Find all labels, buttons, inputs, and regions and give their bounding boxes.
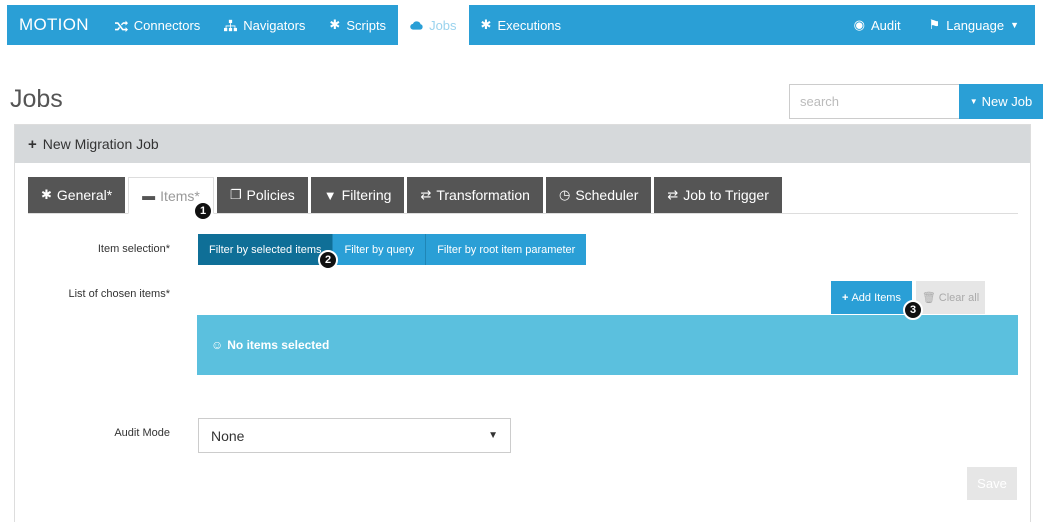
exchange-icon: ⇄ xyxy=(420,187,432,202)
nav-scripts-label: Scripts xyxy=(346,17,387,33)
no-items-alert: ☺ No items selected xyxy=(197,315,1018,375)
nav-connectors[interactable]: Connectors xyxy=(103,5,212,45)
nav-right-group: ◉ Audit ⚑ Language ▼ xyxy=(842,5,1035,45)
nav-executions-label: Executions xyxy=(497,17,562,33)
caret-down-icon: ▼ xyxy=(1010,20,1019,30)
new-job-button[interactable]: ▼ New Job xyxy=(959,84,1043,119)
trash-icon: 🗑 xyxy=(921,292,936,304)
gear-icon: ✱ xyxy=(480,17,492,32)
audit-mode-label: Audit Mode xyxy=(114,427,170,439)
exchange-icon: ⇄ xyxy=(667,187,679,202)
filter-root-item-button[interactable]: Filter by root item parameter xyxy=(426,234,587,265)
tab-transformation[interactable]: ⇄ Transformation xyxy=(407,177,543,213)
flag-icon: ⚑ xyxy=(928,17,941,32)
nav-navigators-label: Navigators xyxy=(243,17,306,33)
nav-jobs-label: Jobs xyxy=(429,17,457,33)
sitemap-icon xyxy=(224,19,238,31)
nav-language[interactable]: ⚑ Language ▼ xyxy=(917,5,1035,45)
eye-icon: ◉ xyxy=(853,17,865,32)
plus-icon: + xyxy=(28,135,37,153)
gear-icon: ✱ xyxy=(329,17,341,32)
panel-heading-label: New Migration Job xyxy=(42,136,159,152)
tab-job-to-trigger-label: Job to Trigger xyxy=(683,187,769,203)
nav-audit[interactable]: ◉ Audit xyxy=(842,5,917,45)
page-title: Jobs xyxy=(10,85,63,113)
annotation-badge-2: 2 xyxy=(318,250,338,270)
tab-items-label: Items* xyxy=(160,187,200,204)
tab-scheduler[interactable]: ◷ Scheduler xyxy=(545,177,652,213)
add-items-label: Add Items xyxy=(851,291,901,304)
tab-filtering-label: Filtering xyxy=(341,187,392,203)
top-navbar: MOTION Connectors Navigators ✱ Scripts J… xyxy=(7,5,1035,45)
nav-language-label: Language xyxy=(946,17,1005,33)
annotation-badge-1: 1 xyxy=(193,201,213,221)
nav-jobs[interactable]: Jobs xyxy=(398,5,469,45)
panel-heading[interactable]: + New Migration Job xyxy=(15,125,1030,163)
nav-scripts[interactable]: ✱ Scripts xyxy=(317,5,398,45)
annotation-badge-3: 3 xyxy=(903,300,923,320)
no-items-message: No items selected xyxy=(227,338,330,352)
job-tabs: ✱ General* ▬ Items* ❐ Policies ▼ Filteri… xyxy=(28,177,1018,214)
nav-executions[interactable]: ✱ Executions xyxy=(469,5,574,45)
filter-selected-items-button[interactable]: Filter by selected items xyxy=(198,234,334,265)
caret-down-icon: ▼ xyxy=(488,430,498,441)
tab-scheduler-label: Scheduler xyxy=(575,187,639,203)
nav-navigators[interactable]: Navigators xyxy=(212,5,317,45)
archive-icon: ▬ xyxy=(142,188,156,203)
gear-icon: ✱ xyxy=(41,187,52,202)
tab-policies[interactable]: ❐ Policies xyxy=(216,177,308,213)
clear-all-label: Clear all xyxy=(938,291,980,304)
filter-query-button[interactable]: Filter by query xyxy=(333,234,427,265)
new-job-label: New Job xyxy=(981,94,1033,109)
add-items-button[interactable]: + Add Items xyxy=(831,281,912,314)
brand-logo[interactable]: MOTION xyxy=(7,15,103,35)
save-button[interactable]: Save xyxy=(967,467,1017,500)
cloud-icon xyxy=(410,20,423,30)
tab-general[interactable]: ✱ General* xyxy=(28,177,126,213)
search-input[interactable] xyxy=(789,84,960,119)
clock-icon: ◷ xyxy=(558,187,571,202)
tab-transformation-label: Transformation xyxy=(436,187,530,203)
tab-general-label: General* xyxy=(56,187,113,203)
tab-job-to-trigger[interactable]: ⇄ Job to Trigger xyxy=(654,177,782,213)
nav-connectors-label: Connectors xyxy=(133,17,201,33)
copy-icon: ❐ xyxy=(229,187,242,202)
plus-icon: + xyxy=(842,291,849,304)
smile-icon: ☺ xyxy=(211,338,224,352)
chosen-items-label: List of chosen items* xyxy=(68,288,171,300)
audit-mode-value: None xyxy=(211,427,245,444)
clear-all-button[interactable]: 🗑 Clear all xyxy=(916,281,985,314)
filter-icon: ▼ xyxy=(323,187,337,203)
tab-policies-label: Policies xyxy=(246,187,295,203)
item-selection-label: Item selection* xyxy=(97,243,170,255)
nav-audit-label: Audit xyxy=(870,17,901,33)
item-selection-group: Filter by selected items Filter by query… xyxy=(198,234,587,265)
tab-filtering[interactable]: ▼ Filtering xyxy=(310,177,405,213)
caret-down-icon: ▼ xyxy=(969,97,978,106)
audit-mode-select[interactable]: None ▼ xyxy=(198,418,511,453)
shuffle-icon xyxy=(114,20,128,32)
new-migration-job-panel: + New Migration Job ✱ General* ▬ Items* … xyxy=(14,124,1031,522)
